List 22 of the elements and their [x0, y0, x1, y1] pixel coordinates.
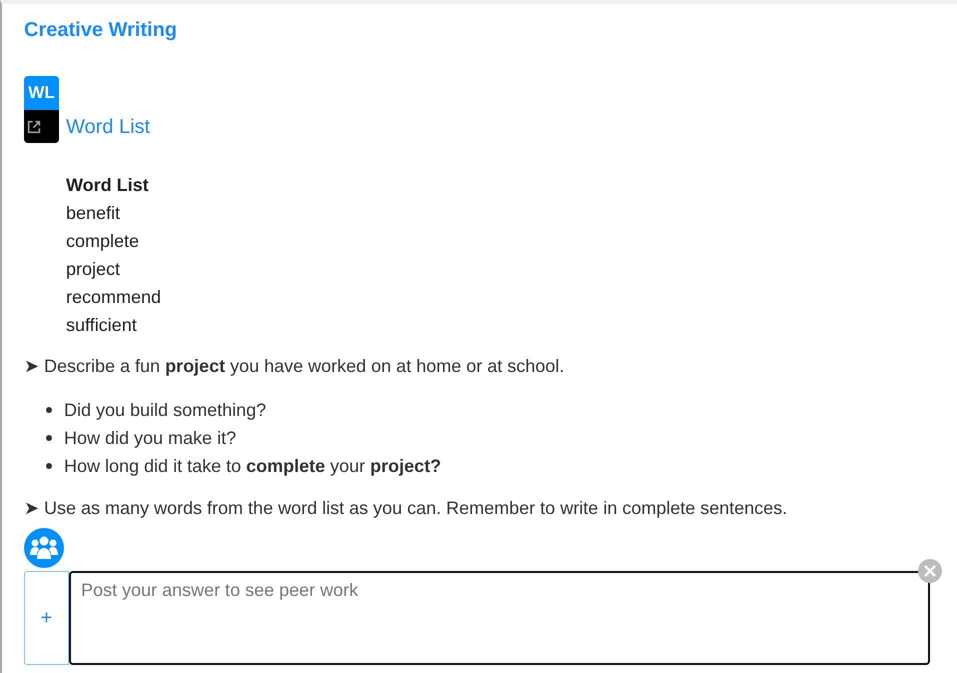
word-list-item: sufficient: [66, 314, 137, 337]
instruction-text: ➤ Use as many words from the word list as you can. Remember to write in complete sentences.: [24, 497, 788, 520]
word-list-badge: WL: [24, 76, 59, 110]
word-list-heading: Word List: [66, 174, 149, 197]
question-text: How did you make it?: [64, 427, 236, 450]
prompt-text: ➤ Describe a fun project you have worked on at home or at school.: [24, 355, 564, 378]
close-icon[interactable]: [918, 559, 942, 583]
word-list-item: benefit: [66, 202, 120, 225]
answer-field[interactable]: Post your answer to see peer work: [69, 571, 930, 665]
bullet-icon: [46, 407, 52, 413]
external-link-icon[interactable]: [24, 110, 59, 143]
page-title: Creative Writing: [24, 18, 177, 42]
question-text: How long did it take to complete your project?: [64, 455, 442, 478]
word-list-item: complete: [66, 230, 140, 253]
bullet-icon: [46, 435, 52, 441]
peers-icon[interactable]: [24, 528, 64, 568]
word-list-link[interactable]: Word List: [66, 114, 150, 138]
word-list-item: recommend: [66, 286, 162, 309]
bullet-icon: [46, 463, 52, 469]
add-button[interactable]: +: [24, 571, 69, 665]
question-text: Did you build something?: [64, 399, 266, 422]
word-list-item: project: [66, 258, 120, 281]
